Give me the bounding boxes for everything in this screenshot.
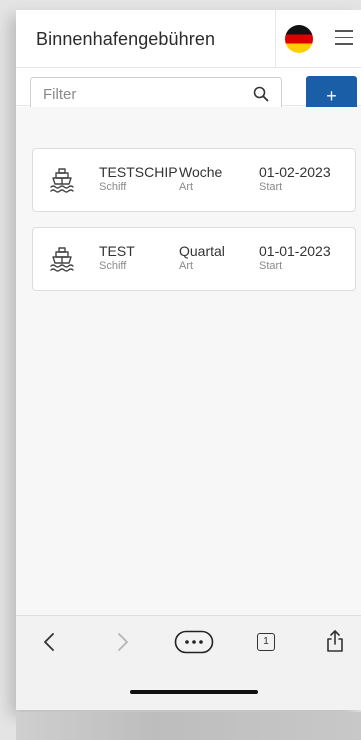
ship-name: TEST xyxy=(99,243,135,259)
start-cell: 01-02-2023 Start xyxy=(259,164,331,193)
home-indicator xyxy=(130,690,258,694)
ship-icon xyxy=(50,247,74,272)
type-value: Woche xyxy=(179,164,223,180)
list-item[interactable]: TEST Schiff Quartal Art 01-01-2023 Start xyxy=(32,227,356,291)
forward-icon[interactable] xyxy=(116,632,130,652)
ship-cell: TESTSCHIP Schiff xyxy=(99,164,178,193)
header-divider xyxy=(275,10,276,68)
background-strip xyxy=(16,712,361,740)
type-label: Art xyxy=(179,181,194,193)
browser-toolbar: 1 xyxy=(16,615,361,710)
ship-name: TESTSCHIP xyxy=(99,164,178,180)
entry-list: TESTSCHIP Schiff Woche Art 01-02-2023 St… xyxy=(16,107,361,615)
search-icon[interactable] xyxy=(253,86,269,102)
ship-cell: TEST Schiff xyxy=(99,243,135,272)
app-header: Binnenhafengebühren xyxy=(16,10,361,68)
start-cell: 01-01-2023 Start xyxy=(259,243,331,272)
start-label: Start xyxy=(259,181,283,193)
type-cell: Quartal Art xyxy=(179,243,225,272)
tabs-icon[interactable]: 1 xyxy=(257,633,275,651)
more-icon[interactable] xyxy=(174,630,214,654)
list-item[interactable]: TESTSCHIP Schiff Woche Art 01-02-2023 St… xyxy=(32,148,356,212)
menu-icon[interactable] xyxy=(335,30,353,46)
ship-icon xyxy=(50,168,74,193)
start-label: Start xyxy=(259,260,283,272)
back-icon[interactable] xyxy=(42,632,56,652)
share-icon[interactable] xyxy=(326,629,344,653)
type-value: Quartal xyxy=(179,243,225,259)
type-label: Art xyxy=(179,260,194,272)
toolbar: + xyxy=(16,68,361,116)
app-screen: Binnenhafengebühren + xyxy=(16,10,361,710)
ship-label: Schiff xyxy=(99,181,127,193)
start-value: 01-01-2023 xyxy=(259,243,331,259)
type-cell: Woche Art xyxy=(179,164,222,193)
ship-label: Schiff xyxy=(99,260,127,272)
page-title: Binnenhafengebühren xyxy=(36,29,216,49)
flag-germany-icon[interactable] xyxy=(285,25,313,53)
start-value: 01-02-2023 xyxy=(259,164,331,180)
